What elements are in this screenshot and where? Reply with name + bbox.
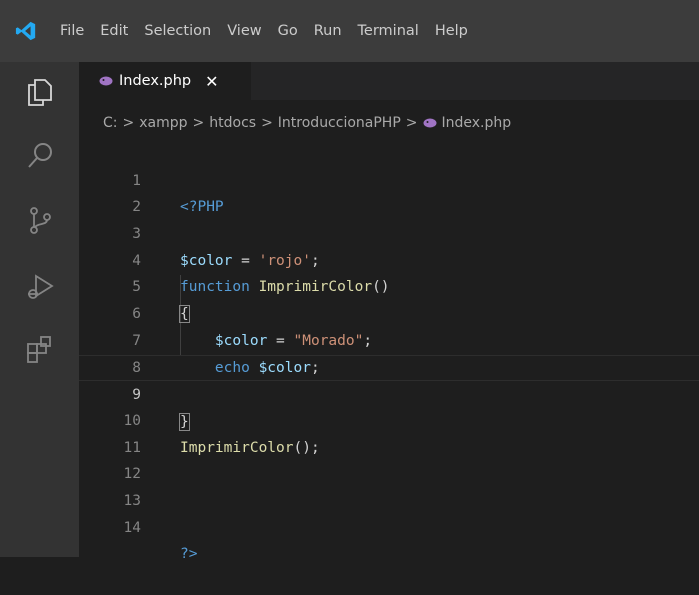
tab-label: Index.php xyxy=(119,73,192,89)
code-line: 3 $color = 'rojo'; xyxy=(79,194,699,269)
breadcrumb-item-file[interactable]: Index.php xyxy=(442,115,512,131)
code-editor[interactable]: 1 <?PHP 2 3 $color = 'rojo'; 4 function … xyxy=(79,141,699,563)
code-text: ?> xyxy=(180,546,198,563)
breadcrumb-item-folder[interactable]: IntroduccionaPHP xyxy=(278,115,401,131)
menu-run[interactable]: Run xyxy=(314,23,342,39)
close-tab-icon[interactable]: ✕ xyxy=(205,72,218,91)
menu-edit[interactable]: Edit xyxy=(100,23,128,39)
code-line: 8 xyxy=(79,328,699,376)
code-line: 2 xyxy=(79,168,699,215)
run-debug-icon[interactable] xyxy=(24,270,56,302)
source-control-icon[interactable] xyxy=(24,204,56,236)
menu-view[interactable]: View xyxy=(227,23,261,39)
code-line: 4 function ImprimirColor() xyxy=(79,221,699,296)
activity-bar xyxy=(0,62,79,557)
menu-go[interactable]: Go xyxy=(278,23,298,39)
breadcrumb-item-drive[interactable]: C: xyxy=(103,115,118,131)
line-number: 14 xyxy=(123,519,141,536)
breadcrumb-separator: > xyxy=(405,115,418,131)
search-icon[interactable] xyxy=(24,140,56,172)
code-line: 11 xyxy=(79,408,699,456)
breadcrumb-item-xampp[interactable]: xampp xyxy=(139,115,187,131)
editor-area: Index.php ✕ C: > xampp > htdocs > Introd… xyxy=(79,62,699,563)
menu-file[interactable]: File xyxy=(60,23,84,39)
code-line: 1 <?PHP xyxy=(79,141,699,216)
breadcrumb-item-htdocs[interactable]: htdocs xyxy=(209,115,256,131)
tab-index-php[interactable]: Index.php ✕ xyxy=(79,62,251,100)
code-line: 14 ?> xyxy=(79,488,699,563)
code-line: 6 $color = "Morado"; xyxy=(79,274,699,349)
code-line-current: 9 } xyxy=(79,354,699,431)
vscode-logo-icon xyxy=(10,0,42,62)
explorer-icon[interactable] xyxy=(24,76,56,108)
code-line: 12 xyxy=(79,435,699,482)
tab-bar: Index.php ✕ xyxy=(79,62,699,100)
extensions-icon[interactable] xyxy=(24,334,56,366)
code-line: 5 { xyxy=(79,248,699,324)
breadcrumb: C: > xampp > htdocs > IntroduccionaPHP >… xyxy=(103,112,511,134)
breadcrumb-separator: > xyxy=(122,115,135,131)
menu-terminal[interactable]: Terminal xyxy=(358,23,419,39)
breadcrumb-separator: > xyxy=(261,115,273,131)
menu-bar: File Edit Selection View Go Run Terminal… xyxy=(0,0,699,62)
code-line: 10 ImprimirColor(); xyxy=(79,381,699,456)
menu-selection[interactable]: Selection xyxy=(144,23,211,39)
breadcrumb-separator: > xyxy=(192,115,205,131)
code-line: 7 echo $color; xyxy=(79,301,699,376)
menu-help[interactable]: Help xyxy=(435,23,468,39)
php-file-icon xyxy=(423,118,437,128)
code-line: 13 xyxy=(79,461,699,509)
php-file-icon xyxy=(99,76,113,86)
